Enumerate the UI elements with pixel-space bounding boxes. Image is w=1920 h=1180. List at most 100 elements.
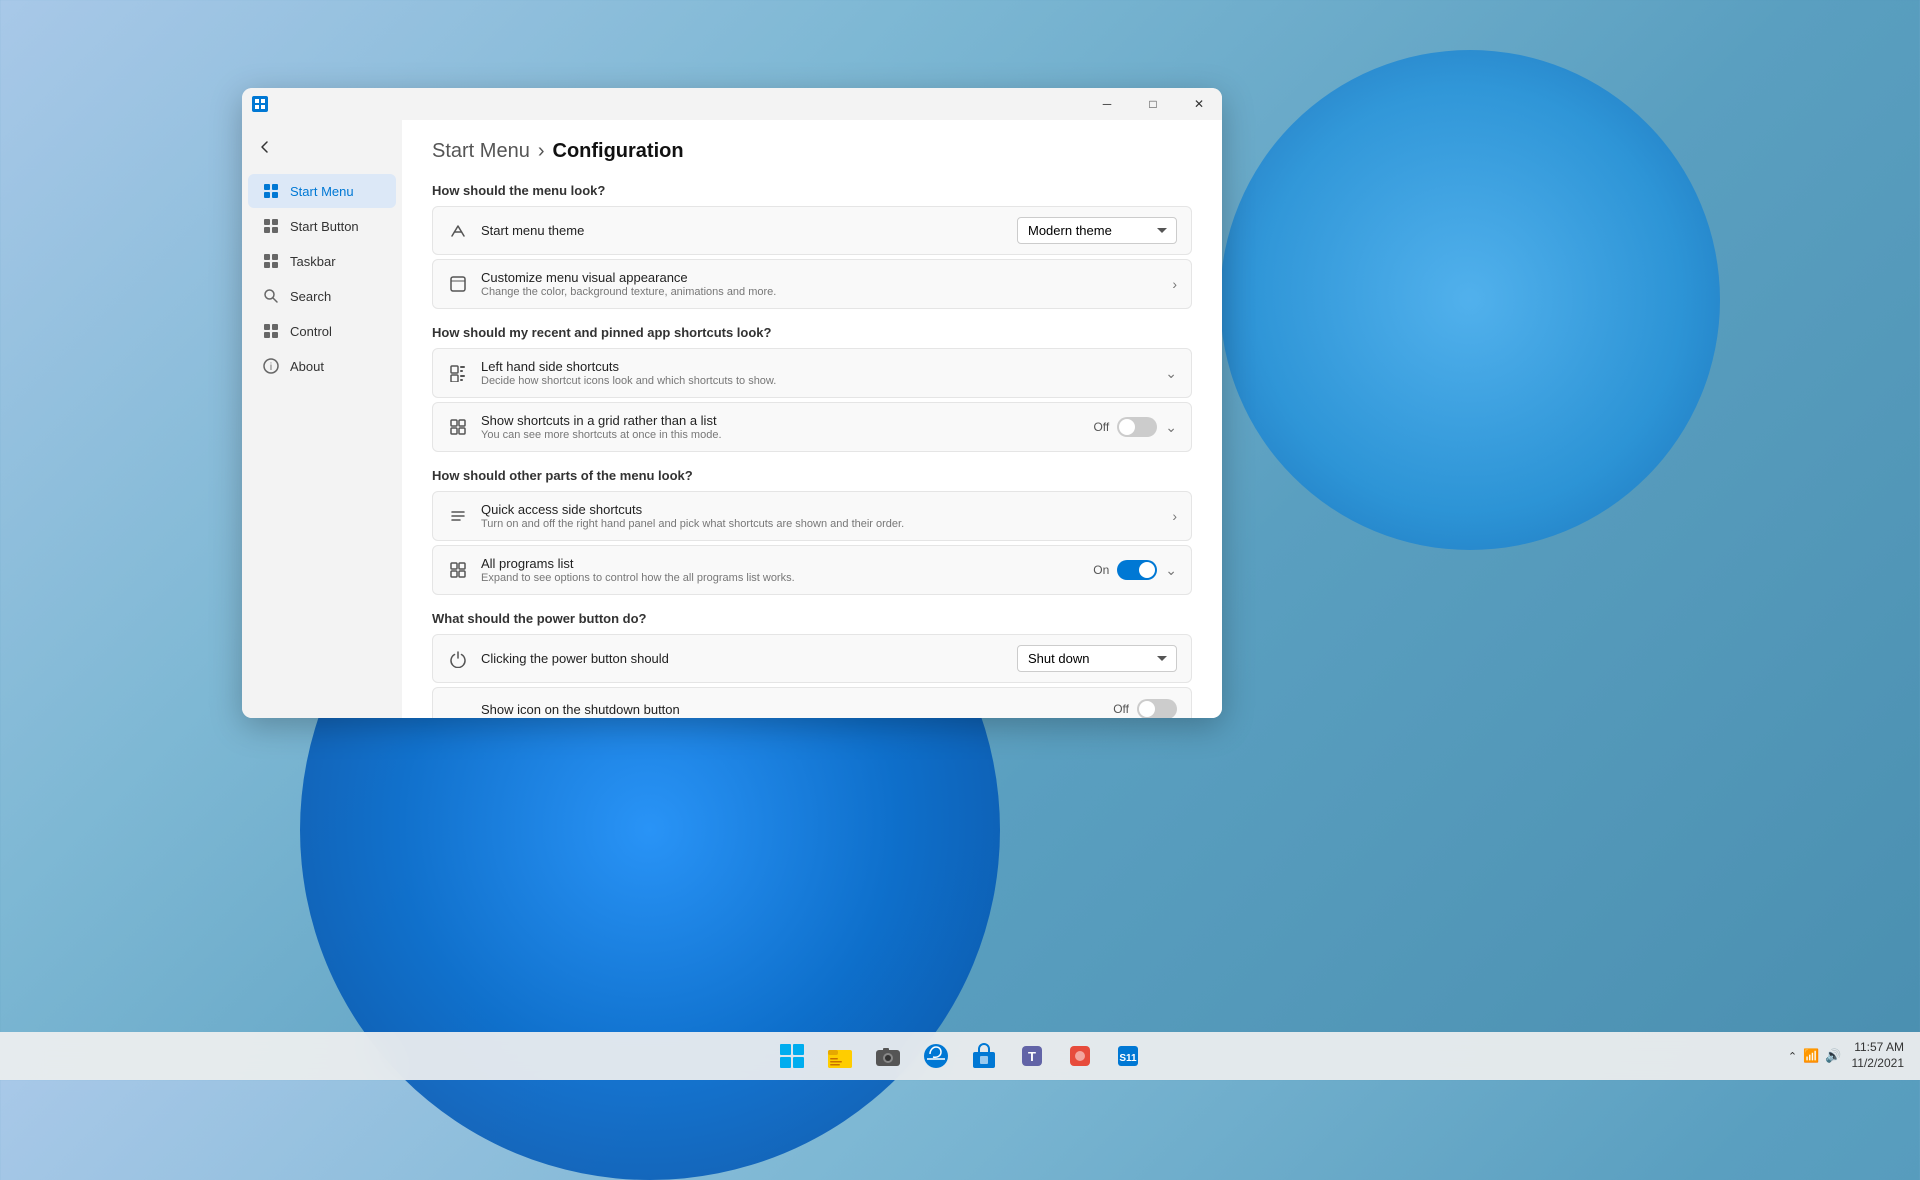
taskbar-icon: [262, 252, 280, 270]
bg-decoration-medium: [1220, 50, 1720, 550]
breadcrumb-current: Configuration: [553, 140, 684, 163]
sidebar-label-start-button: Start Button: [290, 219, 359, 234]
taskbar-app-start[interactable]: [770, 1034, 814, 1078]
toggle-thumb-show-grid: [1119, 419, 1135, 435]
sidebar: Start Menu Start Button: [242, 120, 402, 718]
setting-desc-quick-access: Turn on and off the right hand panel and…: [481, 518, 1160, 530]
taskbar-right: ⌃ 📶 🔊 11:57 AM 11/2/2021: [1788, 1040, 1904, 1071]
toggle-all-programs[interactable]: [1117, 560, 1157, 580]
taskbar-app-explorer[interactable]: [818, 1034, 862, 1078]
setting-control-power-action: Shut down Restart Sleep Hibernate Lock: [1017, 645, 1177, 672]
svg-text:T: T: [1028, 1049, 1036, 1064]
taskbar-app-edge[interactable]: [914, 1034, 958, 1078]
taskbar-app-start11[interactable]: S11: [1106, 1034, 1150, 1078]
breadcrumb-parent: Start Menu: [432, 140, 530, 163]
setting-control-theme: Modern theme Classic theme Windows 10 th…: [1017, 217, 1177, 244]
sidebar-label-about: About: [290, 359, 324, 374]
theme-dropdown[interactable]: Modern theme Classic theme Windows 10 th…: [1017, 217, 1177, 244]
taskbar-apps: T S11: [770, 1034, 1150, 1078]
about-icon: i: [262, 357, 280, 375]
setting-text-show-grid: Show shortcuts in a grid rather than a l…: [481, 413, 1081, 441]
setting-text-quick-access: Quick access side shortcuts Turn on and …: [481, 502, 1160, 530]
power-icon: [447, 648, 469, 670]
sidebar-item-about[interactable]: i About: [248, 349, 396, 383]
toggle-show-icon[interactable]: [1137, 699, 1177, 718]
sidebar-label-control: Control: [290, 324, 332, 339]
setting-row-left-shortcuts[interactable]: Left hand side shortcuts Decide how shor…: [432, 348, 1192, 398]
sidebar-item-control[interactable]: Control: [248, 314, 396, 348]
sidebar-item-start-menu[interactable]: Start Menu: [248, 174, 396, 208]
taskbar-app-camera[interactable]: [866, 1034, 910, 1078]
taskbar-app-store[interactable]: [962, 1034, 1006, 1078]
sidebar-label-search: Search: [290, 289, 331, 304]
setting-title-show-icon: Show icon on the shutdown button: [481, 702, 1101, 717]
system-tray-icons: ⌃ 📶 🔊: [1788, 1048, 1842, 1064]
toggle-show-grid[interactable]: [1117, 417, 1157, 437]
setting-title-left-shortcuts: Left hand side shortcuts: [481, 359, 1153, 374]
setting-row-show-icon-shutdown[interactable]: Show icon on the shutdown button Off: [432, 687, 1192, 718]
setting-row-customize[interactable]: Customize menu visual appearance Change …: [432, 259, 1192, 309]
grid-icon: [447, 416, 469, 438]
minimize-button[interactable]: ─: [1084, 88, 1130, 120]
quick-access-icon: [447, 505, 469, 527]
setting-title-show-grid: Show shortcuts in a grid rather than a l…: [481, 413, 1081, 428]
sidebar-label-taskbar: Taskbar: [290, 254, 336, 269]
setting-row-quick-access[interactable]: Quick access side shortcuts Turn on and …: [432, 491, 1192, 541]
volume-icon[interactable]: 🔊: [1825, 1048, 1841, 1064]
breadcrumb: Start Menu › Configuration: [432, 140, 1192, 163]
customize-icon: [447, 273, 469, 295]
setting-control-customize: ›: [1172, 276, 1177, 292]
sidebar-item-search[interactable]: Search: [248, 279, 396, 313]
chevron-show-grid: ⌄: [1165, 419, 1177, 436]
setting-control-show-icon: Off: [1113, 699, 1177, 718]
start-button-icon: [262, 217, 280, 235]
svg-text:i: i: [270, 362, 272, 373]
date-display: 11/2/2021: [1852, 1056, 1905, 1072]
title-bar-controls: ─ □ ✕: [1084, 88, 1222, 120]
setting-desc-show-grid: You can see more shortcuts at once in th…: [481, 429, 1081, 441]
maximize-button[interactable]: □: [1130, 88, 1176, 120]
power-action-dropdown[interactable]: Shut down Restart Sleep Hibernate Lock: [1017, 645, 1177, 672]
toggle-thumb-all-programs: [1139, 562, 1155, 578]
title-bar: ─ □ ✕: [242, 88, 1222, 120]
toggle-label-show-grid: Off: [1093, 420, 1109, 434]
setting-control-all-programs: On ⌄: [1093, 560, 1177, 580]
network-icon: 📶: [1803, 1048, 1819, 1064]
left-shortcut-icon: [447, 362, 469, 384]
setting-title-theme: Start menu theme: [481, 223, 1005, 238]
setting-text-show-icon: Show icon on the shutdown button: [481, 702, 1101, 717]
control-icon: [262, 322, 280, 340]
clock[interactable]: 11:57 AM 11/2/2021: [1852, 1040, 1905, 1071]
theme-icon: [447, 220, 469, 242]
start-menu-icon: [262, 182, 280, 200]
setting-text-left-shortcuts: Left hand side shortcuts Decide how shor…: [481, 359, 1153, 387]
taskbar-app-teams[interactable]: T: [1010, 1034, 1054, 1078]
setting-desc-customize: Change the color, background texture, an…: [481, 286, 1160, 298]
chevron-icon[interactable]: ⌃: [1788, 1050, 1797, 1063]
setting-row-start-menu-theme[interactable]: Start menu theme Modern theme Classic th…: [432, 206, 1192, 255]
setting-title-power-action: Clicking the power button should: [481, 651, 1005, 666]
setting-desc-left-shortcuts: Decide how shortcut icons look and which…: [481, 375, 1153, 387]
window-body: Start Menu Start Button: [242, 120, 1222, 718]
sidebar-item-start-button[interactable]: Start Button: [248, 209, 396, 243]
all-programs-icon: [447, 559, 469, 581]
setting-row-all-programs[interactable]: All programs list Expand to see options …: [432, 545, 1192, 595]
setting-row-power-action[interactable]: Clicking the power button should Shut do…: [432, 634, 1192, 683]
setting-title-all-programs: All programs list: [481, 556, 1081, 571]
svg-text:S11: S11: [1119, 1053, 1137, 1064]
taskbar: T S11 ⌃ 📶 🔊 11:57 AM 11/2/2021: [0, 1032, 1920, 1080]
setting-row-show-grid[interactable]: Show shortcuts in a grid rather than a l…: [432, 402, 1192, 452]
setting-text-power-action: Clicking the power button should: [481, 651, 1005, 666]
close-button[interactable]: ✕: [1176, 88, 1222, 120]
setting-control-left-shortcuts: ⌄: [1165, 365, 1177, 382]
setting-control-show-grid: Off ⌄: [1093, 417, 1177, 437]
settings-window: ─ □ ✕ Start: [242, 88, 1222, 718]
setting-text-theme: Start menu theme: [481, 223, 1005, 238]
sidebar-item-taskbar[interactable]: Taskbar: [248, 244, 396, 278]
back-button[interactable]: [242, 130, 402, 164]
setting-text-customize: Customize menu visual appearance Change …: [481, 270, 1160, 298]
icon-placeholder: [447, 698, 469, 718]
setting-desc-all-programs: Expand to see options to control how the…: [481, 572, 1081, 584]
taskbar-app-unknown[interactable]: [1058, 1034, 1102, 1078]
section-header-other-parts: How should other parts of the menu look?: [432, 468, 1192, 483]
